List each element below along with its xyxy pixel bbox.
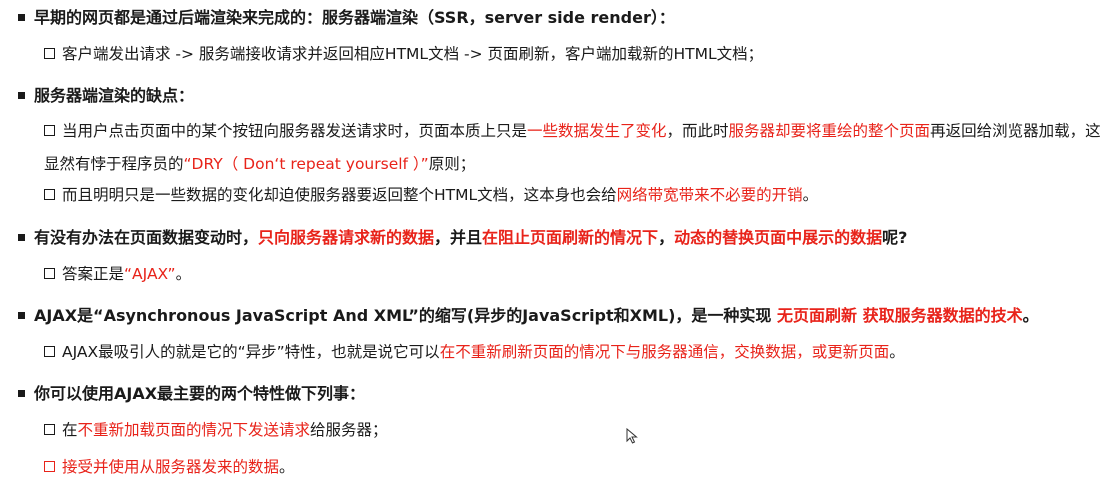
highlight-text: 网络带宽带来不必要的开销 [616,186,803,204]
text-run: 给服务器； [310,421,388,439]
highlight-text: “DRY（ Don‘t repeat yourself ）” [183,155,429,173]
text-run: 有没有办法在页面数据变动时， [34,228,259,247]
hollow-square-icon [44,424,55,435]
text-run: ，并且 [434,228,483,247]
filled-square-icon [18,390,25,397]
text-run: 。 [802,186,819,204]
text-run: 。 [889,343,905,361]
hollow-square-icon [44,125,55,136]
text-run: 呢? [882,228,908,247]
text-run: 客户端发出请求 -> 服务端接收请求并返回相应HTML文档 -> 页面刷新，客户… [62,45,764,63]
section-1-heading: 早期的网页都是通过后端渲染来完成的：服务器端渲染（SSR，server side… [18,6,675,30]
text-run: 在 [62,421,78,439]
text-run: 服务器端渲染的缺点： [34,86,195,105]
hollow-square-icon [44,346,55,357]
highlight-text: 无页面刷新 获取服务器数据的技术 [777,306,1023,325]
section-4-item-1: AJAX最吸引人的就是它的“异步”特性，也就是说它可以在不重新刷新页面的情况下与… [44,340,905,364]
text-run: 早期的网页都是通过后端渲染来完成的：服务器端渲染（SSR，server side… [34,8,675,27]
section-5-item-1: 在不重新加载页面的情况下发送请求给服务器； [44,418,388,442]
section-3-heading: 有没有办法在页面数据变动时，只向服务器请求新的数据，并且在阻止页面刷新的情况下，… [18,226,907,250]
highlight-text: 接受并使用从服务器发来的数据 [62,458,280,476]
hollow-square-icon [44,461,55,472]
section-4-heading: AJAX是“Asynchronous JavaScript And XML”的缩… [18,304,1039,328]
highlight-text: 动态的替换页面中展示的数据 [674,228,883,247]
text-run: 而且明明只是一些数据的变化却迫使服务器要返回整个HTML文档，这本身也会给 [62,186,617,204]
section-2-heading: 服务器端渲染的缺点： [18,84,194,108]
filled-square-icon [18,312,25,319]
text-run: 原则； [428,155,476,173]
text-run: 。 [175,265,192,283]
highlight-text: 在阻止页面刷新的情况下 [482,228,659,247]
text-run: 答案正是 [62,265,125,283]
text-run: 。 [279,458,295,476]
hollow-square-icon [44,268,55,279]
text-run: ，而此时 [666,122,729,140]
highlight-text: 一些数据发生了变化 [527,122,667,140]
filled-square-icon [18,92,25,99]
hollow-square-icon [44,48,55,59]
text-run: ， [658,228,675,247]
highlight-text: 只向服务器请求新的数据 [258,228,435,247]
filled-square-icon [18,14,25,21]
text-run: AJAX是“Asynchronous JavaScript And XML”的缩… [34,306,777,325]
text-run: AJAX最吸引人的就是它的“异步”特性，也就是说它可以 [62,343,440,361]
highlight-text: 不重新加载页面的情况下发送请求 [77,421,311,439]
section-2-item-2: 而且明明只是一些数据的变化却迫使服务器要返回整个HTML文档，这本身也会给网络带… [44,183,818,207]
text-run: 你可以使用AJAX最主要的两个特性做下列事： [34,384,366,403]
section-1-item-1: 客户端发出请求 -> 服务端接收请求并返回相应HTML文档 -> 页面刷新，客户… [44,42,763,66]
highlight-text: 在不重新刷新页面的情况下与服务器通信，交换数据，或更新页面 [439,343,890,361]
mouse-cursor-icon [626,428,638,444]
section-2-item-1: 当用户点击页面中的某个按钮向服务器发送请求时，页面本质上只是一些数据发生了变化，… [44,115,1104,181]
section-5-item-2: 接受并使用从服务器发来的数据。 [44,455,295,479]
filled-square-icon [18,234,25,241]
section-5-heading: 你可以使用AJAX最主要的两个特性做下列事： [18,382,365,406]
highlight-text: 服务器却要将重绘的整个页面 [728,122,931,140]
highlight-text: “AJAX” [124,265,176,283]
document-page: 早期的网页都是通过后端渲染来完成的：服务器端渲染（SSR，server side… [0,0,1110,504]
text-run: 。 [1022,306,1039,325]
text-run: 当用户点击页面中的某个按钮向服务器发送请求时，页面本质上只是 [62,122,528,140]
section-3-item-1: 答案正是“AJAX”。 [44,262,191,286]
hollow-square-icon [44,189,55,200]
